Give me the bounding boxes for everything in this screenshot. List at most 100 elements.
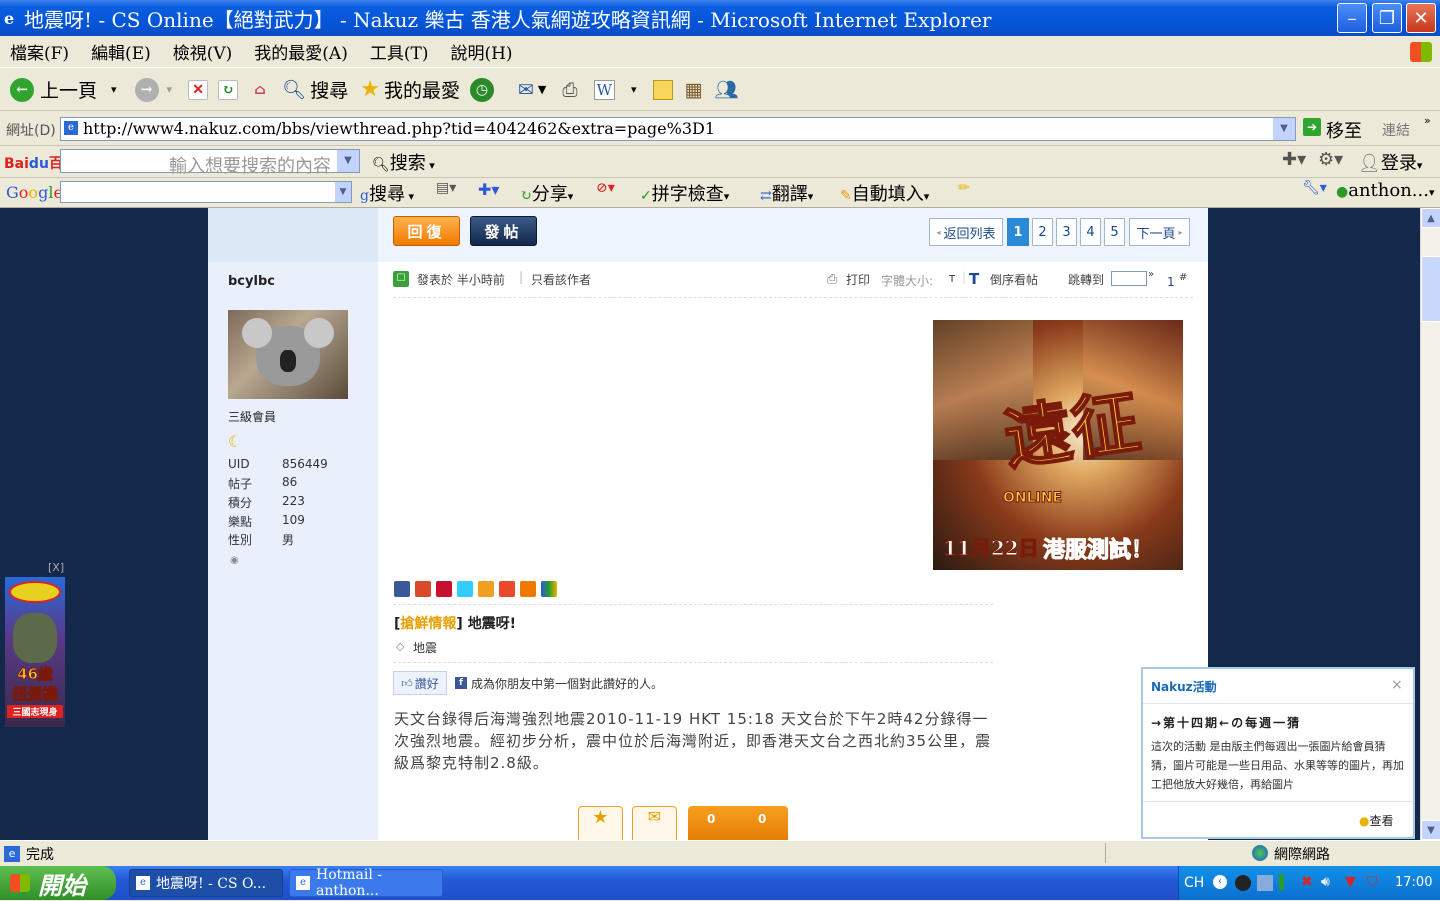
menu-file[interactable]: 檔案(F) bbox=[10, 39, 69, 64]
taskbar-ie-window[interactable]: e 地震呀! - CS O... bbox=[129, 869, 283, 897]
twitter-share-icon[interactable] bbox=[457, 581, 473, 597]
scroll-up-icon[interactable]: ▲ bbox=[1421, 208, 1440, 228]
jump-go-icon[interactable]: » bbox=[1148, 269, 1154, 280]
page-2-link[interactable]: 2 bbox=[1032, 218, 1053, 246]
edit-dropdown-icon[interactable]: ▾ bbox=[631, 83, 637, 96]
favorites-button[interactable]: 我的最愛 bbox=[384, 76, 460, 103]
google-account-button[interactable]: ●anthon...▾ bbox=[1336, 180, 1435, 201]
back-arrow-icon[interactable]: ← bbox=[10, 77, 34, 102]
baidu-settings-icon[interactable]: ⚙▾ bbox=[1318, 149, 1343, 170]
font-small-button[interactable]: T bbox=[949, 274, 955, 285]
popup-heading[interactable]: →第十四期←の每週一猜 bbox=[1151, 714, 1301, 731]
maximize-button[interactable]: ❐ bbox=[1372, 3, 1402, 33]
tray-security-icon[interactable]: ✖ bbox=[1301, 874, 1313, 890]
forward-arrow-icon[interactable]: → bbox=[134, 77, 159, 102]
clock[interactable]: 17:00 bbox=[1395, 875, 1432, 890]
tag-link[interactable]: 地震 bbox=[413, 639, 437, 656]
popup-view-link[interactable]: ●查看 bbox=[1359, 812, 1394, 829]
discuss-icon[interactable] bbox=[652, 79, 673, 100]
hd-share-icon[interactable] bbox=[520, 581, 536, 597]
search-icon[interactable]: 🔍︎ bbox=[282, 78, 306, 101]
research-icon[interactable]: ▦ bbox=[685, 79, 703, 101]
page-4-link[interactable]: 4 bbox=[1080, 218, 1101, 246]
print-icon[interactable]: ⎙ bbox=[562, 79, 577, 101]
mail-dropdown-icon[interactable]: ▼ bbox=[538, 83, 546, 96]
tray-network-icon[interactable] bbox=[1257, 875, 1273, 891]
tray-antivirus-icon[interactable]: ▼ bbox=[1345, 874, 1356, 890]
side-float-ad[interactable]: 46歲 扭蛋機 三國志現身 bbox=[5, 577, 65, 727]
popup-close-button[interactable]: × bbox=[1391, 677, 1403, 693]
rating-box[interactable]: 0 0 bbox=[688, 806, 788, 840]
google-search-button[interactable]: g搜尋 ▾ bbox=[360, 180, 414, 206]
close-button[interactable]: ✕ bbox=[1406, 3, 1436, 33]
scroll-thumb[interactable] bbox=[1421, 256, 1440, 322]
go-arrow-icon[interactable]: ➔ bbox=[1303, 118, 1321, 136]
back-button[interactable]: 上一頁 bbox=[40, 76, 97, 103]
baidu-add-icon[interactable]: ✚▾ bbox=[1282, 149, 1306, 170]
tray-volume-icon[interactable]: 🔊︎ bbox=[1321, 874, 1330, 890]
share-button[interactable]: ✉ bbox=[632, 806, 677, 840]
new-post-button[interactable]: 發帖 bbox=[470, 216, 537, 246]
favorites-star-icon[interactable]: ★ bbox=[360, 77, 380, 102]
page-5-link[interactable]: 5 bbox=[1104, 218, 1125, 246]
tray-app-icon[interactable] bbox=[1235, 875, 1251, 891]
autofill-button[interactable]: ✎自動填入▾ bbox=[840, 180, 929, 206]
popup-blocker-icon[interactable]: ⊘▾ bbox=[596, 180, 615, 196]
messenger-icon[interactable]: 👥︎ bbox=[714, 78, 738, 101]
jump-to-input[interactable] bbox=[1111, 271, 1147, 286]
favorite-button[interactable]: ★ bbox=[578, 806, 623, 840]
go-button[interactable]: 移至 bbox=[1326, 117, 1362, 143]
fb-like-button[interactable]: 👍︎ 讚好 bbox=[393, 671, 447, 695]
ad-close-button[interactable]: [X] bbox=[48, 561, 64, 574]
tray-signal-icon[interactable] bbox=[1279, 874, 1295, 890]
translate-button[interactable]: ⇄翻譯▾ bbox=[760, 180, 813, 206]
font-large-button[interactable]: T bbox=[969, 270, 979, 288]
author-avatar[interactable] bbox=[228, 310, 348, 399]
spellcheck-button[interactable]: ✓拼字檢查▾ bbox=[640, 180, 729, 206]
edit-icon[interactable]: W bbox=[593, 79, 615, 100]
google-dropdown-icon[interactable]: ▼ bbox=[335, 182, 351, 202]
plurk-share-icon[interactable] bbox=[415, 581, 431, 597]
history-icon[interactable]: ◷ bbox=[469, 77, 494, 102]
mail-icon[interactable]: ✉ bbox=[518, 79, 534, 101]
baidu-search-button[interactable]: 🔍︎搜索 ▾ bbox=[372, 149, 435, 175]
address-dropdown-icon[interactable]: ▼ bbox=[1273, 118, 1295, 140]
minimize-button[interactable]: – bbox=[1337, 3, 1367, 33]
forward-dropdown-icon[interactable]: ▾ bbox=[167, 83, 173, 96]
highlight-icon[interactable]: ✏ bbox=[958, 180, 970, 196]
google-page-icon[interactable]: ▤▾ bbox=[436, 180, 456, 196]
taskbar-hotmail-window[interactable]: e Hotmail - anthon... bbox=[289, 867, 443, 899]
weibo-share-icon[interactable] bbox=[499, 581, 515, 597]
page-3-link[interactable]: 3 bbox=[1056, 218, 1077, 246]
page-1-link[interactable]: 1 bbox=[1007, 218, 1029, 246]
menu-view[interactable]: 檢視(V) bbox=[173, 39, 233, 64]
menu-edit[interactable]: 編輯(E) bbox=[91, 39, 151, 64]
stop-icon[interactable]: ✕ bbox=[188, 79, 209, 100]
refresh-icon[interactable]: ↻ bbox=[218, 79, 239, 100]
baidu-search-input[interactable]: 輸入想要搜索的內容 ▼ bbox=[60, 149, 360, 177]
tray-expand-icon[interactable]: ‹ bbox=[1213, 875, 1227, 889]
scroll-down-icon[interactable]: ▼ bbox=[1421, 820, 1440, 840]
language-indicator[interactable]: CH bbox=[1184, 875, 1204, 891]
pinterest-share-icon[interactable] bbox=[436, 581, 452, 597]
google-search-input[interactable]: ▼ bbox=[60, 181, 352, 203]
baidu-dropdown-icon[interactable]: ▼ bbox=[337, 150, 359, 172]
google-add-icon[interactable]: ✚▾ bbox=[478, 180, 499, 199]
print-icon[interactable]: ⎙ bbox=[827, 272, 837, 287]
address-input[interactable]: e http://www4.nakuz.com/bbs/viewthread.p… bbox=[60, 117, 1296, 141]
only-author-link[interactable]: 只看該作者 bbox=[531, 271, 591, 288]
wrench-icon[interactable]: 🔧︎▾ bbox=[1302, 180, 1327, 196]
google-share-icon[interactable] bbox=[541, 581, 557, 597]
back-dropdown-icon[interactable]: ▾ bbox=[111, 83, 117, 96]
tray-shield-icon[interactable]: ⛉ bbox=[1367, 874, 1378, 890]
author-name[interactable]: bcylbc bbox=[228, 274, 275, 289]
reverse-order-link[interactable]: 倒序看帖 bbox=[990, 271, 1038, 288]
menu-help[interactable]: 說明(H) bbox=[450, 39, 512, 64]
back-to-list-button[interactable]: ◂ 返回列表 bbox=[929, 218, 1003, 246]
vertical-scrollbar[interactable]: ▲ ▼ bbox=[1420, 208, 1440, 840]
start-button[interactable]: 開始 bbox=[0, 866, 116, 900]
game-banner-ad[interactable]: 遠征 ONLINE 11月22日 港服測試！ bbox=[933, 320, 1183, 570]
next-page-button[interactable]: 下一頁 ▸ bbox=[1129, 218, 1190, 246]
baidu-login-button[interactable]: 👤︎登录▾ bbox=[1358, 149, 1422, 175]
links-button[interactable]: 連結 bbox=[1382, 120, 1410, 140]
